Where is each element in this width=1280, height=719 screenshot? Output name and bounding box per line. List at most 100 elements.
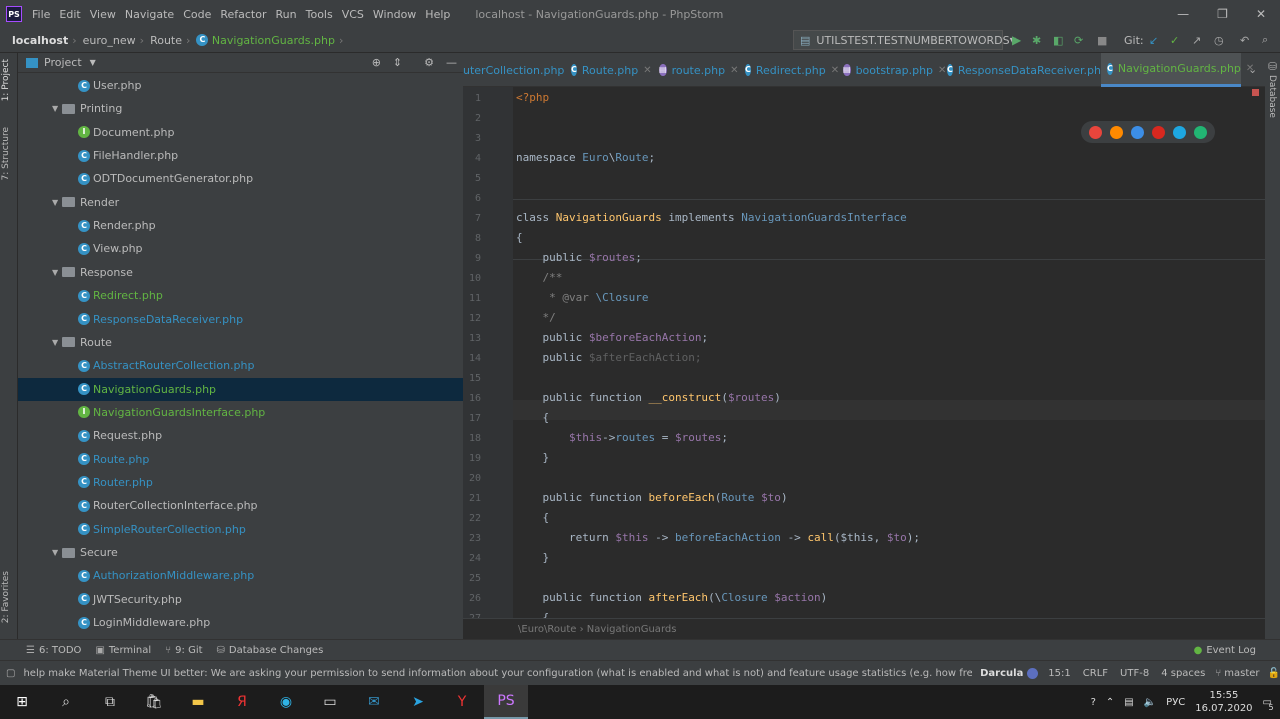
task-view-icon[interactable]: ⧉ xyxy=(88,685,132,719)
tree-folder[interactable]: ▼ Response xyxy=(18,261,463,284)
history-icon[interactable]: ◷ xyxy=(1214,34,1224,47)
edge-icon[interactable] xyxy=(1194,125,1207,139)
tree-file[interactable]: C Route.php xyxy=(18,448,463,471)
opera-icon[interactable] xyxy=(1152,125,1165,139)
firefox-icon[interactable] xyxy=(1110,125,1123,139)
breadcrumb-project[interactable]: localhost xyxy=(12,34,68,47)
tabs-dropdown-icon[interactable]: ⌄ xyxy=(1248,63,1257,76)
structure-tool-tab[interactable]: 7: Structure xyxy=(1,127,11,181)
ie-icon[interactable] xyxy=(1173,125,1186,139)
chrome-icon[interactable] xyxy=(1089,125,1102,139)
store-icon[interactable]: 🛍 xyxy=(132,685,176,719)
notification-icon[interactable]: ▢ xyxy=(6,668,15,679)
telegram-icon[interactable]: ➤ xyxy=(396,685,440,719)
menu-help[interactable]: Help xyxy=(425,8,450,21)
tree-file[interactable]: C FileHandler.php xyxy=(18,144,463,167)
tree-file[interactable]: C AuthorizationMiddleware.php xyxy=(18,564,463,587)
expand-arrow-icon[interactable]: ▼ xyxy=(52,548,62,557)
yandex-browser-icon[interactable]: Y xyxy=(440,685,484,719)
coverage-icon[interactable]: ◧ xyxy=(1053,34,1063,47)
rollback-icon[interactable]: ↶ xyxy=(1240,34,1249,47)
menu-view[interactable]: View xyxy=(90,8,116,21)
tray-chevron-icon[interactable]: ⌃ xyxy=(1106,697,1114,708)
chevron-down-icon[interactable]: ▼ xyxy=(90,58,96,67)
menu-window[interactable]: Window xyxy=(373,8,416,21)
tree-file[interactable]: C RouterCollectionInterface.php xyxy=(18,494,463,517)
locate-icon[interactable]: ⊕ xyxy=(372,56,381,69)
mail-icon[interactable]: ✉ xyxy=(352,685,396,719)
theme-label[interactable]: Darcula xyxy=(980,668,1023,679)
stop-icon[interactable]: ■ xyxy=(1097,34,1107,47)
tree-file[interactable]: C ODTDocumentGenerator.php xyxy=(18,167,463,190)
search-icon[interactable]: ⌕ xyxy=(44,685,88,719)
search-icon[interactable]: ⌕ xyxy=(1262,33,1268,47)
breadcrumb-file[interactable]: NavigationGuards.php xyxy=(212,34,335,47)
editor-tab[interactable]: C NavigationGuards.php ✕ xyxy=(1101,53,1254,87)
maximize-icon[interactable]: ❐ xyxy=(1217,7,1228,21)
collapse-icon[interactable]: ⇕ xyxy=(393,56,402,69)
tree-file[interactable]: C SimpleRouterCollection.php xyxy=(18,518,463,541)
file-explorer-icon[interactable]: ▬ xyxy=(176,685,220,719)
indent-setting[interactable]: 4 spaces xyxy=(1161,668,1205,679)
editor-tab[interactable]: CResponseDataReceiver.php✕ xyxy=(941,53,1121,87)
database-icon[interactable]: ⛁ xyxy=(1268,60,1277,73)
git-push-icon[interactable]: ↗ xyxy=(1192,34,1201,47)
language-indicator[interactable]: РУС xyxy=(1166,697,1185,708)
tree-file[interactable]: C LoginMiddleware.php xyxy=(18,611,463,634)
menu-tools[interactable]: Tools xyxy=(306,8,333,21)
notification-center-icon[interactable]: ▭ 5 xyxy=(1263,697,1274,712)
expand-arrow-icon[interactable]: ▼ xyxy=(52,104,62,113)
help-icon[interactable]: ? xyxy=(1091,697,1096,708)
gear-icon[interactable]: ⚙ xyxy=(424,56,434,69)
debug-icon[interactable]: ✱ xyxy=(1032,34,1041,47)
menu-vcs[interactable]: VCS xyxy=(342,8,364,21)
editor-tab[interactable]: C Route.php ✕ xyxy=(565,53,652,87)
phpstorm-taskbar-icon[interactable]: PS xyxy=(484,685,528,719)
code-area[interactable]: <?php namespace Euro\Route; class Navigati… xyxy=(463,87,1265,624)
tree-file[interactable]: C Render.php xyxy=(18,214,463,237)
tree-folder[interactable]: ▼ Route xyxy=(18,331,463,354)
yandex-disk-icon[interactable]: Я xyxy=(220,685,264,719)
tree-file[interactable]: C User.php xyxy=(18,74,463,97)
project-view-select[interactable]: Project xyxy=(44,56,82,69)
editor-tab[interactable]: ▤ route.php ✕ xyxy=(653,53,738,87)
close-icon[interactable]: ✕ xyxy=(1256,7,1266,21)
event-log-button[interactable]: ● Event Log xyxy=(1194,645,1256,656)
status-message[interactable]: help make Material Theme UI better: We a… xyxy=(23,668,972,679)
tree-folder[interactable]: ▼ Printing xyxy=(18,97,463,120)
line-separator[interactable]: CRLF xyxy=(1083,668,1108,679)
clock[interactable]: 15:55 16.07.2020 xyxy=(1195,689,1252,715)
windows-start-icon[interactable]: ⊞ xyxy=(0,685,44,719)
todo-tool-button[interactable]: ☰ 6: TODO xyxy=(26,645,81,656)
tree-file[interactable]: C View.php xyxy=(18,237,463,260)
volume-icon[interactable]: 🔈 xyxy=(1144,697,1156,708)
database-tool-tab[interactable]: Database xyxy=(1267,75,1277,118)
breadcrumb-subfolder[interactable]: Route xyxy=(150,34,182,47)
editor-tab[interactable]: ▤ bootstrap.php ✕ xyxy=(837,53,946,87)
project-tool-tab[interactable]: 1: Project xyxy=(1,59,11,101)
terminal-tool-button[interactable]: ▣ Terminal xyxy=(95,645,151,656)
menu-run[interactable]: Run xyxy=(276,8,297,21)
git-update-icon[interactable]: ↙ xyxy=(1149,34,1158,47)
minimize-icon[interactable]: — xyxy=(1177,7,1189,21)
editor-tab[interactable]: uterCollection.php✕ xyxy=(463,53,578,87)
hide-icon[interactable]: — xyxy=(446,56,457,69)
favorites-tool-tab[interactable]: 2: Favorites xyxy=(1,571,11,623)
expand-arrow-icon[interactable]: ▼ xyxy=(52,338,62,347)
editor-tab[interactable]: C Redirect.php ✕ xyxy=(739,53,839,87)
menu-file[interactable]: File xyxy=(32,8,50,21)
tree-file[interactable]: C Router.php xyxy=(18,471,463,494)
profile-icon[interactable]: ⟳ xyxy=(1074,34,1083,47)
database-changes-button[interactable]: ⛁ Database Changes xyxy=(217,645,324,656)
tree-file[interactable]: C AbstractRouterCollection.php xyxy=(18,354,463,377)
menu-navigate[interactable]: Navigate xyxy=(125,8,174,21)
error-indicator[interactable] xyxy=(1252,89,1259,96)
git-branch[interactable]: master xyxy=(1224,668,1259,679)
run-config-select[interactable]: ▤ UTILSTEST.TESTNUMBERTOWORDS ▼ xyxy=(793,30,1016,50)
editor-breadcrumb[interactable]: \Euro\Route › NavigationGuards xyxy=(463,618,1265,639)
network-icon[interactable]: ▤ xyxy=(1124,697,1133,708)
menu-refactor[interactable]: Refactor xyxy=(220,8,266,21)
tab-close-icon[interactable]: ✕ xyxy=(730,65,738,76)
git-tool-button[interactable]: ⑂ 9: Git xyxy=(165,645,202,656)
tree-file[interactable]: C ResponseDataReceiver.php xyxy=(18,308,463,331)
